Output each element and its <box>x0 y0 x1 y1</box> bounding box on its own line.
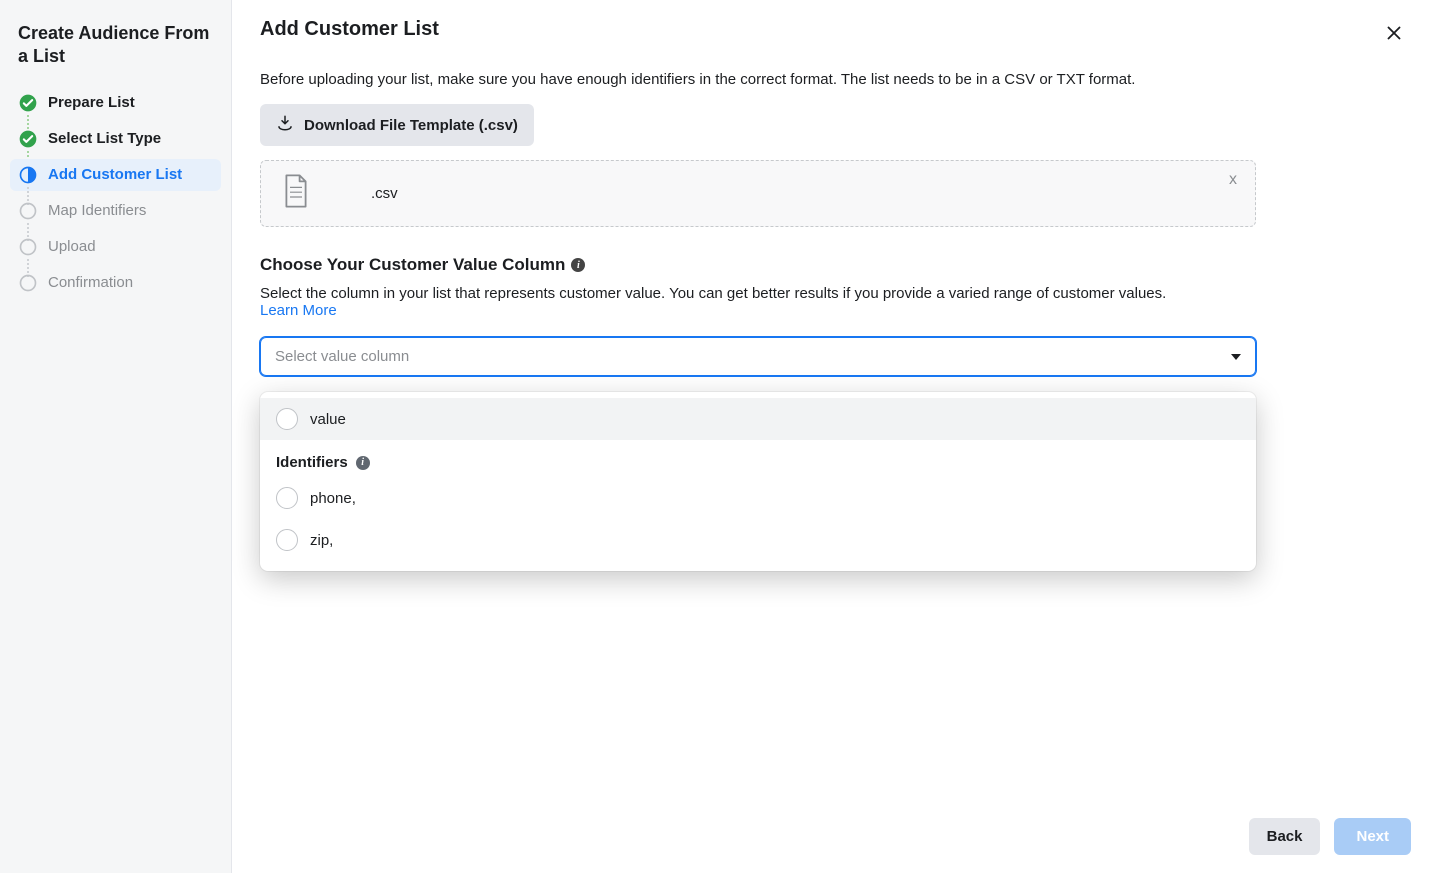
close-icon <box>1383 32 1405 47</box>
section-description: Select the column in your list that repr… <box>260 285 1256 319</box>
wizard-footer: Back Next <box>232 801 1437 873</box>
main-panel: Add Customer List Before uploading your … <box>232 0 1437 873</box>
empty-circle-icon <box>18 273 38 293</box>
step-label: Prepare List <box>48 94 135 111</box>
intro-text: Before uploading your list, make sure yo… <box>260 71 1409 88</box>
value-column-dropdown: value Identifiers i phone, zip, <box>260 392 1256 571</box>
sidebar-title: Create Audience From a List <box>18 22 213 69</box>
step-upload: Upload <box>10 231 221 263</box>
step-confirmation: Confirmation <box>10 267 221 299</box>
step-label: Confirmation <box>48 274 133 291</box>
remove-file-label: x <box>1229 171 1237 188</box>
step-select-list-type[interactable]: Select List Type <box>10 123 221 155</box>
radio-icon <box>276 487 298 509</box>
identifiers-heading-text: Identifiers <box>276 454 348 471</box>
info-icon[interactable]: i <box>571 258 585 272</box>
option-label: phone, <box>310 490 356 507</box>
option-label: zip, <box>310 532 333 549</box>
chevron-down-icon <box>1231 354 1241 360</box>
wizard-sidebar: Create Audience From a List Prepare List… <box>0 0 232 873</box>
radio-icon <box>276 408 298 430</box>
option-label: value <box>310 411 346 428</box>
dropdown-option-value[interactable]: value <box>260 398 1256 440</box>
next-button[interactable]: Next <box>1334 818 1411 855</box>
dropdown-identifiers-heading: Identifiers i <box>260 440 1256 477</box>
section-title-text: Choose Your Customer Value Column <box>260 255 565 275</box>
value-column-select[interactable]: Select value column <box>260 337 1256 376</box>
dropdown-option-zip[interactable]: zip, <box>260 519 1256 561</box>
check-circle-icon <box>18 93 38 113</box>
step-label: Select List Type <box>48 130 161 147</box>
file-icon <box>281 173 311 214</box>
download-icon <box>276 114 304 136</box>
close-button[interactable] <box>1379 18 1409 51</box>
step-label: Upload <box>48 238 96 255</box>
step-label: Map Identifiers <box>48 202 146 219</box>
learn-more-link[interactable]: Learn More <box>260 302 337 319</box>
page-title: Add Customer List <box>260 18 1379 41</box>
wizard-steps: Prepare List Select List Type Add Custom… <box>10 87 221 299</box>
section-title: Choose Your Customer Value Column i <box>260 255 1409 275</box>
step-map-identifiers: Map Identifiers <box>10 195 221 227</box>
radio-icon <box>276 529 298 551</box>
section-desc-text: Select the column in your list that repr… <box>260 285 1166 302</box>
download-template-button[interactable]: Download File Template (.csv) <box>260 104 534 146</box>
empty-circle-icon <box>18 237 38 257</box>
check-circle-icon <box>18 129 38 149</box>
dropdown-option-phone[interactable]: phone, <box>260 477 1256 519</box>
step-prepare-list[interactable]: Prepare List <box>10 87 221 119</box>
file-dropzone[interactable]: .csv x <box>260 160 1256 227</box>
step-add-customer-list[interactable]: Add Customer List <box>10 159 221 191</box>
back-button[interactable]: Back <box>1249 818 1321 855</box>
info-icon[interactable]: i <box>356 456 370 470</box>
half-circle-icon <box>18 165 38 185</box>
uploaded-file-name: .csv <box>371 185 398 202</box>
step-label: Add Customer List <box>48 166 182 183</box>
empty-circle-icon <box>18 201 38 221</box>
download-template-label: Download File Template (.csv) <box>304 117 518 134</box>
remove-file-button[interactable]: x <box>1227 169 1239 191</box>
select-placeholder: Select value column <box>275 348 409 365</box>
